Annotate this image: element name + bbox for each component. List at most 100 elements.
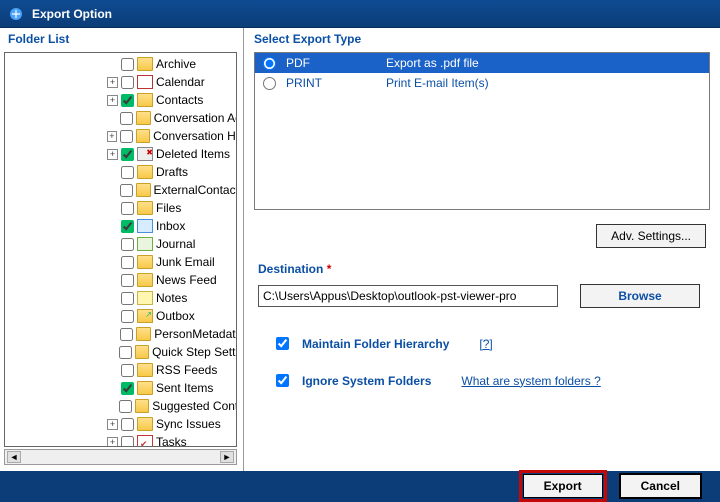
- folder-item[interactable]: PersonMetadata: [7, 325, 236, 343]
- folder-label: Inbox: [156, 217, 185, 235]
- folder-item[interactable]: +Conversation Hist: [7, 127, 236, 145]
- folder-item[interactable]: RSS Feeds: [7, 361, 236, 379]
- maintain-hierarchy-label: Maintain Folder Hierarchy: [302, 337, 449, 351]
- folder-checkbox[interactable]: [121, 220, 134, 233]
- folder-checkbox[interactable]: [121, 238, 134, 251]
- folder-item[interactable]: Inbox: [7, 217, 236, 235]
- folder-icon: [135, 399, 149, 413]
- folder-item[interactable]: ExternalContacts: [7, 181, 236, 199]
- folder-item[interactable]: +Tasks: [7, 433, 236, 447]
- folder-item[interactable]: Suggested Contac: [7, 397, 236, 415]
- folder-icon: [137, 57, 153, 71]
- folder-checkbox[interactable]: [119, 400, 132, 413]
- expand-icon: [107, 275, 118, 286]
- browse-button[interactable]: Browse: [580, 284, 700, 308]
- expand-icon: [107, 113, 117, 124]
- folder-checkbox[interactable]: [121, 274, 134, 287]
- expand-icon[interactable]: +: [107, 131, 117, 142]
- expand-icon: [107, 257, 118, 268]
- export-option-radio[interactable]: [263, 57, 276, 70]
- folder-item[interactable]: Notes: [7, 289, 236, 307]
- folder-item[interactable]: Junk Email: [7, 253, 236, 271]
- folder-item[interactable]: +Sync Issues: [7, 415, 236, 433]
- required-asterisk: *: [327, 262, 332, 276]
- folder-checkbox[interactable]: [121, 94, 134, 107]
- folder-checkbox[interactable]: [120, 112, 133, 125]
- folder-tree[interactable]: Archive + Calendar + ContactsConversation Ac…: [4, 52, 237, 447]
- expand-icon[interactable]: +: [107, 437, 118, 448]
- scroll-left-icon[interactable]: ◄: [7, 451, 21, 463]
- expand-icon[interactable]: +: [107, 77, 118, 88]
- destination-input[interactable]: [258, 285, 558, 307]
- expand-icon: [107, 203, 118, 214]
- folder-label: Deleted Items: [156, 145, 230, 163]
- expand-icon: [107, 383, 118, 394]
- folder-icon: [136, 327, 151, 341]
- folder-item[interactable]: + Contacts: [7, 91, 236, 109]
- folder-checkbox[interactable]: [121, 310, 134, 323]
- title-bar: Export Option: [0, 0, 720, 28]
- folder-checkbox[interactable]: [121, 58, 134, 71]
- export-type-header: Select Export Type: [244, 28, 720, 52]
- maintain-hierarchy-checkbox[interactable]: [276, 337, 289, 350]
- expand-icon: [107, 59, 118, 70]
- folder-item[interactable]: Archive: [7, 55, 236, 73]
- folder-label: Files: [156, 199, 181, 217]
- expand-icon[interactable]: +: [107, 149, 118, 160]
- folder-label: ExternalContacts: [154, 181, 236, 199]
- folder-icon: [136, 129, 150, 143]
- folder-icon: [136, 183, 151, 197]
- export-option-desc: Export as .pdf file: [386, 56, 703, 70]
- folder-icon: [137, 273, 153, 287]
- folder-checkbox[interactable]: [121, 76, 134, 89]
- cancel-button[interactable]: Cancel: [619, 473, 702, 499]
- folder-label: Calendar: [156, 73, 205, 91]
- folder-label: News Feed: [156, 271, 217, 289]
- export-button[interactable]: Export: [523, 474, 603, 498]
- export-option-radio[interactable]: [263, 77, 276, 90]
- folder-label: Outbox: [156, 307, 195, 325]
- expand-icon[interactable]: +: [107, 95, 118, 106]
- folder-label: Contacts: [156, 91, 203, 109]
- folder-label: Conversation Act: [154, 109, 236, 127]
- folder-item[interactable]: + Calendar: [7, 73, 236, 91]
- folder-label: PersonMetadata: [154, 325, 236, 343]
- folder-checkbox[interactable]: [120, 328, 133, 341]
- folder-checkbox[interactable]: [121, 382, 134, 395]
- outbox-icon: [137, 309, 153, 323]
- ignore-system-folders-checkbox[interactable]: [276, 374, 289, 387]
- calendar-icon: [137, 75, 153, 89]
- folder-checkbox[interactable]: [121, 148, 134, 161]
- folder-icon: [137, 165, 153, 179]
- scroll-right-icon[interactable]: ►: [220, 451, 234, 463]
- maintain-hierarchy-help-link[interactable]: [?]: [479, 337, 492, 351]
- folder-checkbox[interactable]: [121, 292, 134, 305]
- folder-checkbox[interactable]: [119, 346, 132, 359]
- folder-checkbox[interactable]: [120, 130, 133, 143]
- folder-item[interactable]: Outbox: [7, 307, 236, 325]
- system-folders-help-link[interactable]: What are system folders ?: [461, 374, 600, 388]
- folder-item[interactable]: Journal: [7, 235, 236, 253]
- folder-item[interactable]: Quick Step Setting: [7, 343, 236, 361]
- folder-label: RSS Feeds: [156, 361, 217, 379]
- folder-label: Archive: [156, 55, 196, 73]
- folder-item[interactable]: Drafts: [7, 163, 236, 181]
- folder-checkbox[interactable]: [121, 202, 134, 215]
- folder-checkbox[interactable]: [121, 436, 134, 448]
- folder-item[interactable]: Conversation Act: [7, 109, 236, 127]
- folder-item[interactable]: Files: [7, 199, 236, 217]
- folder-item[interactable]: Sent Items: [7, 379, 236, 397]
- folder-checkbox[interactable]: [120, 184, 133, 197]
- folder-checkbox[interactable]: [121, 418, 134, 431]
- advanced-settings-button[interactable]: Adv. Settings...: [596, 224, 706, 248]
- expand-icon[interactable]: +: [107, 419, 118, 430]
- folder-icon: [136, 111, 151, 125]
- horizontal-scrollbar[interactable]: ◄ ►: [4, 449, 237, 465]
- folder-checkbox[interactable]: [121, 166, 134, 179]
- export-option-print[interactable]: PRINTPrint E-mail Item(s): [255, 73, 709, 93]
- folder-checkbox[interactable]: [121, 256, 134, 269]
- export-option-pdf[interactable]: PDFExport as .pdf file: [255, 53, 709, 73]
- folder-item[interactable]: + Deleted Items: [7, 145, 236, 163]
- folder-checkbox[interactable]: [121, 364, 134, 377]
- folder-item[interactable]: News Feed: [7, 271, 236, 289]
